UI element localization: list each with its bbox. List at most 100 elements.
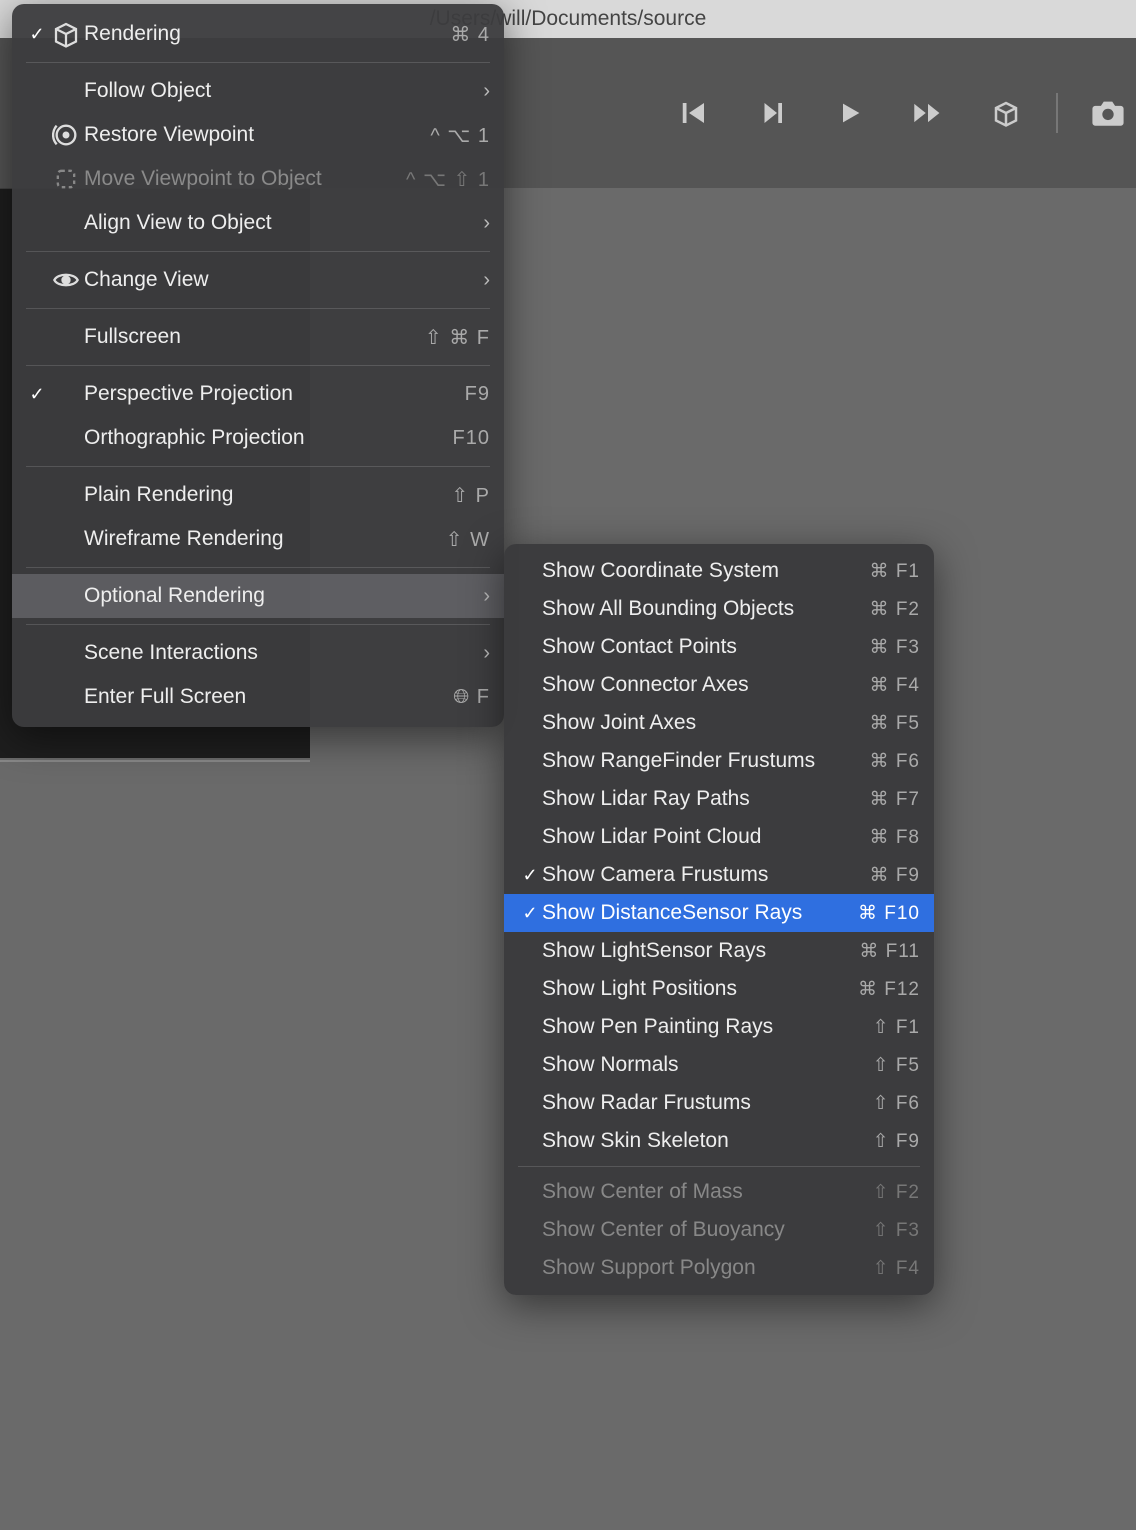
menu-item[interactable]: Optional Rendering›: [12, 574, 504, 618]
move-viewpoint-icon: [48, 165, 84, 193]
menu-shortcut: ⇧ W: [420, 527, 490, 552]
submenu-item-label: Show Pen Painting Rays: [542, 1015, 850, 1039]
menu-item: Move Viewpoint to Object^ ⌥ ⇧ 1: [12, 157, 504, 201]
restore-icon: [48, 121, 84, 149]
menu-separator: [26, 308, 490, 309]
menu-item[interactable]: ✓Perspective ProjectionF9: [12, 372, 504, 416]
submenu-item[interactable]: Show Skin Skeleton⇧ F9: [504, 1122, 934, 1160]
submenu-item[interactable]: ✓Show DistanceSensor Rays⌘ F10: [504, 894, 934, 932]
submenu-item-label: Show Center of Mass: [542, 1180, 850, 1204]
submenu-shortcut: ⇧ F2: [850, 1181, 920, 1204]
menu-item[interactable]: Plain Rendering⇧ P: [12, 473, 504, 517]
chevron-right-icon: ›: [470, 212, 490, 235]
submenu-item[interactable]: Show Normals⇧ F5: [504, 1046, 934, 1084]
menu-item-label: Restore Viewpoint: [84, 123, 420, 147]
menu-item[interactable]: Restore Viewpoint^ ⌥ 1: [12, 113, 504, 157]
menu-item-label: Follow Object: [84, 79, 470, 103]
eye-icon: [48, 270, 84, 290]
menu-item-label: Enter Full Screen: [84, 685, 420, 709]
submenu-item[interactable]: Show Connector Axes⌘ F4: [504, 666, 934, 704]
menu-item[interactable]: Scene Interactions›: [12, 631, 504, 675]
fast-forward-icon[interactable]: [910, 95, 946, 131]
menu-label: Rendering: [84, 22, 420, 46]
menu-separator: [26, 624, 490, 625]
cube-icon[interactable]: [988, 95, 1024, 131]
submenu-item[interactable]: Show RangeFinder Frustums⌘ F6: [504, 742, 934, 780]
menu-shortcut: 🌐︎ F: [420, 686, 490, 709]
skip-back-icon[interactable]: [676, 95, 712, 131]
menu-item[interactable]: Orthographic ProjectionF10: [12, 416, 504, 460]
check-icon: ✓: [518, 865, 542, 886]
submenu-item[interactable]: ✓Show Camera Frustums⌘ F9: [504, 856, 934, 894]
menu-item-label: Optional Rendering: [84, 584, 470, 608]
menu-separator: [26, 466, 490, 467]
chevron-right-icon: ›: [470, 642, 490, 665]
submenu-shortcut: ⌘ F2: [850, 598, 920, 621]
submenu-shortcut: ⇧ F9: [850, 1130, 920, 1153]
submenu-item-label: Show Center of Buoyancy: [542, 1218, 850, 1242]
submenu-item-label: Show Lidar Point Cloud: [542, 825, 850, 849]
menu-header-rendering[interactable]: ✓ Rendering ⌘ 4: [12, 12, 504, 56]
menu-shortcut: ^ ⌥ 1: [420, 123, 490, 148]
menu-item[interactable]: Follow Object›: [12, 69, 504, 113]
submenu-item: Show Support Polygon⇧ F4: [504, 1249, 934, 1287]
menu-item[interactable]: Enter Full Screen🌐︎ F: [12, 675, 504, 719]
submenu-shortcut: ⇧ F1: [850, 1016, 920, 1039]
submenu-shortcut: ⌘ F8: [850, 826, 920, 849]
play-icon[interactable]: [832, 95, 868, 131]
submenu-shortcut: ⌘ F11: [850, 940, 920, 963]
optional-rendering-submenu[interactable]: Show Coordinate System⌘ F1Show All Bound…: [504, 544, 934, 1295]
menu-item-label: Scene Interactions: [84, 641, 470, 665]
submenu-shortcut: ⌘ F3: [850, 636, 920, 659]
submenu-item-label: Show LightSensor Rays: [542, 939, 850, 963]
submenu-shortcut: ⌘ F9: [850, 864, 920, 887]
menu-shortcut: ^ ⌥ ⇧ 1: [406, 167, 490, 192]
menu-item[interactable]: Wireframe Rendering⇧ W: [12, 517, 504, 561]
menu-shortcut: F9: [420, 383, 490, 406]
menu-separator: [518, 1166, 920, 1167]
menu-item[interactable]: Align View to Object›: [12, 201, 504, 245]
submenu-item: Show Center of Mass⇧ F2: [504, 1173, 934, 1211]
menu-item-label: Align View to Object: [84, 211, 470, 235]
submenu-item[interactable]: Show Contact Points⌘ F3: [504, 628, 934, 666]
submenu-item-label: Show Coordinate System: [542, 559, 850, 583]
submenu-shortcut: ⌘ F1: [850, 560, 920, 583]
submenu-shortcut: ⇧ F3: [850, 1219, 920, 1242]
menu-shortcut: ⇧ ⌘ F: [420, 325, 490, 350]
submenu-item[interactable]: Show Pen Painting Rays⇧ F1: [504, 1008, 934, 1046]
submenu-item-label: Show Skin Skeleton: [542, 1129, 850, 1153]
cube-wire-icon: [48, 19, 84, 49]
submenu-item[interactable]: Show Lidar Ray Paths⌘ F7: [504, 780, 934, 818]
menu-item[interactable]: Fullscreen⇧ ⌘ F: [12, 315, 504, 359]
submenu-item-label: Show Radar Frustums: [542, 1091, 850, 1115]
submenu-item-label: Show Light Positions: [542, 977, 850, 1001]
menu-separator: [26, 365, 490, 366]
menu-item[interactable]: Change View›: [12, 258, 504, 302]
submenu-item-label: Show Lidar Ray Paths: [542, 787, 850, 811]
step-icon[interactable]: [754, 95, 790, 131]
rendering-menu[interactable]: ✓ Rendering ⌘ 4 Follow Object›Restore Vi…: [12, 4, 504, 727]
submenu-item[interactable]: Show Lidar Point Cloud⌘ F8: [504, 818, 934, 856]
submenu-item[interactable]: Show Coordinate System⌘ F1: [504, 552, 934, 590]
check-icon: ✓: [518, 903, 542, 924]
toolbar-divider: [1056, 93, 1058, 133]
submenu-item[interactable]: Show All Bounding Objects⌘ F2: [504, 590, 934, 628]
submenu-item[interactable]: Show Radar Frustums⇧ F6: [504, 1084, 934, 1122]
submenu-item[interactable]: Show Light Positions⌘ F12: [504, 970, 934, 1008]
submenu-shortcut: ⇧ F6: [850, 1092, 920, 1115]
check-icon: ✓: [26, 384, 48, 405]
submenu-item: Show Center of Buoyancy⇧ F3: [504, 1211, 934, 1249]
submenu-item[interactable]: Show LightSensor Rays⌘ F11: [504, 932, 934, 970]
submenu-item-label: Show Support Polygon: [542, 1256, 850, 1280]
camera-icon[interactable]: [1090, 95, 1126, 131]
submenu-item[interactable]: Show Joint Axes⌘ F5: [504, 704, 934, 742]
submenu-shortcut: ⌘ F7: [850, 788, 920, 811]
menu-item-label: Orthographic Projection: [84, 426, 420, 450]
chevron-right-icon: ›: [470, 269, 490, 292]
submenu-shortcut: ⌘ F12: [850, 978, 920, 1001]
check-icon: ✓: [26, 24, 48, 45]
submenu-shortcut: ⌘ F10: [850, 902, 920, 925]
menu-item-label: Plain Rendering: [84, 483, 420, 507]
menu-shortcut: F10: [420, 427, 490, 450]
submenu-item-label: Show Normals: [542, 1053, 850, 1077]
